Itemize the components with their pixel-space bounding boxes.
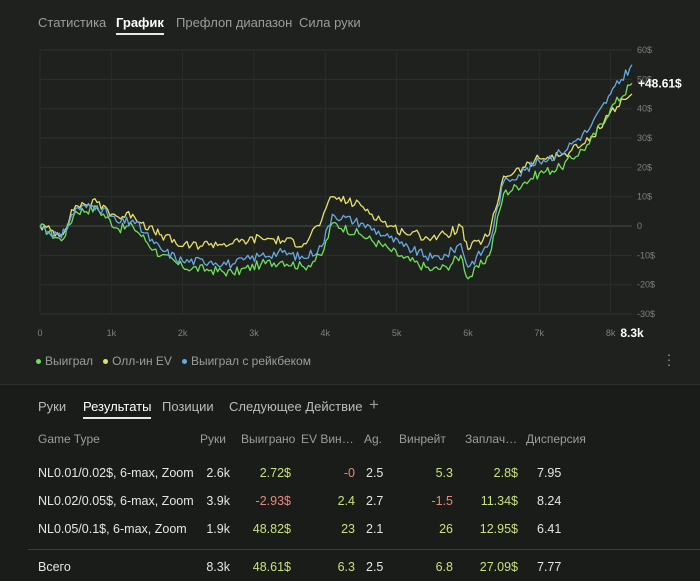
col-aggression[interactable]: Ag. — [364, 432, 384, 446]
legend-label-allin-ev: Олл-ин EV — [112, 354, 172, 368]
cell-hands: 2.6k — [206, 466, 230, 480]
cell-game-type: Всего — [38, 560, 71, 574]
cell-winrate: 5.3 — [435, 466, 453, 480]
legend-label-won-rakeback: Выиграл с рейкбеком — [190, 354, 311, 368]
plus-icon[interactable]: + — [369, 395, 379, 415]
top-tab-bar: Статистика График Префлоп диапазон Сила … — [0, 0, 700, 40]
cell-aggression: 2.1 — [366, 522, 384, 536]
cell-paid: 11.34$ — [480, 494, 518, 508]
cell-hands: 3.9k — [206, 494, 230, 508]
cell-dispersion: 7.77 — [537, 560, 562, 574]
col-won[interactable]: Выиграно — [241, 432, 297, 446]
tab-hands[interactable]: Руки — [38, 399, 66, 414]
total-divider — [28, 549, 700, 550]
col-hands[interactable]: Руки — [200, 432, 228, 446]
col-dispersion[interactable]: Дисперсия — [526, 432, 586, 446]
x-tick-label: 7k — [535, 328, 545, 338]
cell-ev-winrate: 23 — [341, 522, 355, 536]
cell-ev-winrate: -0 — [343, 466, 355, 480]
results-panel: Руки Результаты Позиции Следующее Действ… — [0, 384, 700, 581]
col-winrate[interactable]: Винрейт — [399, 432, 455, 446]
chart-svg: 60$50$40$30$20$10$0-10$-20$-30$0 1k 2k 3k 4k… — [37, 45, 682, 340]
cell-paid: 27.09$ — [479, 560, 518, 574]
cell-dispersion: 7.95 — [537, 466, 562, 480]
tab-next-action[interactable]: Следующее Действие — [229, 399, 363, 414]
legend-dot-won — [36, 358, 41, 364]
y-tick-label: 60$ — [637, 45, 652, 55]
col-game-type[interactable]: Game Type — [38, 432, 188, 446]
legend-item-won-rakeback[interactable]: Выиграл с рейкбеком — [181, 354, 311, 368]
y-tick-label: 30$ — [637, 133, 652, 143]
cell-game-type: NL0.02/0.05$, 6-max, Zoom — [38, 494, 194, 508]
table-row[interactable]: NL0.01/0.02$, 6-max, Zoom 2.6k 2.72$ -0 2.5 5… — [0, 459, 700, 487]
cell-game-type: NL0.05/0.1$, 6-max, Zoom — [38, 522, 187, 536]
x-tick-label: 1k — [107, 328, 117, 338]
cell-won: 48.61$ — [252, 560, 291, 574]
y-tick-label: 10$ — [637, 192, 652, 202]
legend-dot-allin-ev — [103, 358, 109, 364]
tab-statistics[interactable]: Статистика — [38, 15, 106, 30]
cell-paid: 12.95$ — [479, 522, 518, 536]
table-row[interactable]: NL0.02/0.05$, 6-max, Zoom 3.9k -2.93$ 2.4 2.… — [0, 487, 700, 515]
x-tick-label: 0 — [37, 328, 42, 338]
y-tick-label: -20$ — [637, 280, 655, 290]
cell-hands: 1.9k — [206, 522, 230, 536]
cell-dispersion: 8.24 — [537, 494, 562, 508]
vertical-dots-icon[interactable]: · · · — [664, 347, 674, 371]
cell-ev-winrate: 6.3 — [337, 560, 355, 574]
legend-item-allin-ev[interactable]: Олл-ин EV — [103, 354, 172, 368]
cell-winrate: 26 — [439, 522, 453, 536]
y-tick-label: -10$ — [637, 250, 655, 260]
tab-positions[interactable]: Позиции — [162, 399, 214, 414]
x-tick-label: 2k — [178, 328, 188, 338]
cell-ev-winrate: 2.4 — [337, 494, 355, 508]
cell-aggression: 2.5 — [366, 560, 384, 574]
end-value-label: +48.61$ — [638, 76, 682, 90]
y-tick-label: 40$ — [637, 104, 652, 114]
legend-item-won[interactable]: Выиграл — [36, 354, 93, 368]
legend-label-won: Выиграл — [45, 354, 94, 368]
series-line — [39, 82, 633, 280]
cell-aggression: 2.7 — [366, 494, 384, 508]
tab-results[interactable]: Результаты — [83, 399, 152, 419]
cell-paid: 2.8$ — [493, 466, 518, 480]
cell-won: 48.82$ — [252, 522, 291, 536]
y-tick-label: 0 — [637, 221, 642, 231]
series-line — [39, 64, 633, 269]
cell-game-type: NL0.01/0.02$, 6-max, Zoom — [38, 466, 194, 480]
y-tick-label: 20$ — [637, 162, 652, 172]
x-tick-label: 5k — [392, 328, 402, 338]
table-row[interactable]: NL0.05/0.1$, 6-max, Zoom 1.9k 48.82$ 23 2.1 2… — [0, 515, 700, 543]
cell-winrate: 6.8 — [435, 560, 453, 574]
x-tick-label: 4k — [321, 328, 331, 338]
cell-hands: 8.3k — [206, 560, 230, 574]
x-tick-label: 3k — [249, 328, 259, 338]
col-ev-winrate[interactable]: EV Винрейт — [301, 432, 359, 446]
cell-winrate: -1.5 — [431, 494, 453, 508]
cell-dispersion: 6.41 — [537, 522, 562, 536]
y-tick-label: -30$ — [637, 309, 655, 319]
x-tick-label: 6k — [463, 328, 473, 338]
total-row[interactable]: Всего 8.3k 48.61$ 6.3 2.5 6.8 27.09$ 7.77 — [0, 553, 700, 581]
chart-legend: Выиграл Олл-ин EV Выиграл с рейкбеком — [36, 354, 321, 368]
tab-graph[interactable]: График — [116, 15, 164, 35]
legend-dot-won-rakeback — [181, 358, 187, 364]
bottom-tab-bar: Руки Результаты Позиции Следующее Действ… — [0, 385, 700, 427]
x-end-label: 8.3k — [620, 326, 644, 340]
col-paid[interactable]: Заплачено — [465, 432, 522, 446]
table-header: Game Type Руки Выиграно EV Винрейт Ag. В… — [0, 427, 700, 451]
tab-preflop-range[interactable]: Префлоп диапазон — [176, 15, 292, 30]
cell-won: 2.72$ — [259, 466, 291, 480]
tab-hand-strength[interactable]: Сила руки — [299, 15, 361, 30]
profit-chart: 60$ 50$ 40$ 30$ 20$ 10$ 0 -10$ -20$ -30$ 0 1k 2k 3k 4k… — [0, 40, 700, 380]
x-tick-label: 8k — [606, 328, 616, 338]
cell-won: -2.93$ — [255, 494, 291, 508]
cell-aggression: 2.5 — [366, 466, 384, 480]
